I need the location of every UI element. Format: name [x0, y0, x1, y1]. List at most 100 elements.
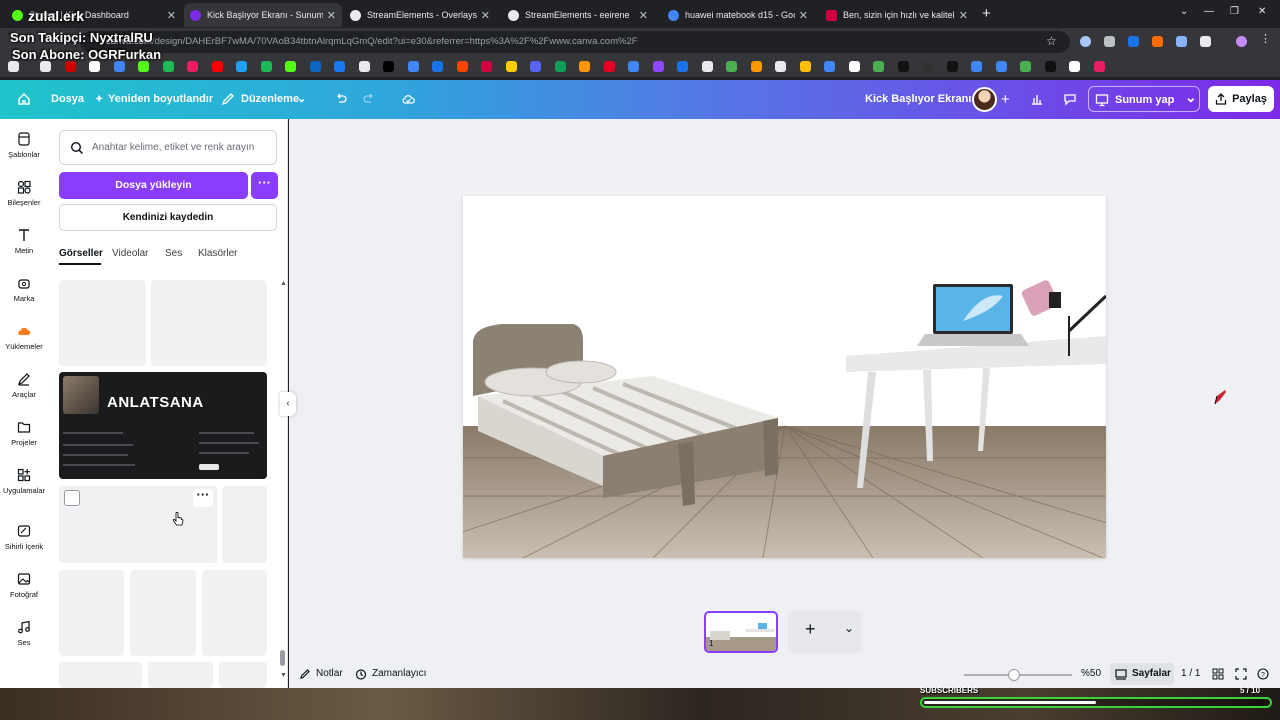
bookmark-icon[interactable]: [775, 61, 786, 72]
upload-thumbnail[interactable]: [59, 662, 142, 688]
extension-icon[interactable]: [1080, 36, 1091, 47]
bookmark-icon[interactable]: [309, 61, 321, 72]
close-icon[interactable]: ✕: [639, 9, 648, 22]
bookmark-icon[interactable]: [1020, 61, 1031, 72]
bookmark-icon[interactable]: [407, 61, 419, 72]
bookmark-icon[interactable]: [211, 61, 223, 72]
bookmark-icon[interactable]: [64, 61, 76, 72]
tab-streamelements-overlays[interactable]: StreamElements - Overlays ✕: [344, 3, 496, 27]
upload-thumbnail[interactable]: [130, 570, 196, 656]
upload-thumbnail[interactable]: [222, 486, 267, 563]
rail-item-text[interactable]: Metin: [0, 228, 48, 255]
bookmark-icon[interactable]: [89, 61, 100, 72]
bookmark-icon[interactable]: [897, 61, 909, 72]
extension-icon[interactable]: [1128, 36, 1139, 47]
timer-button[interactable]: Zamanlayıcı: [372, 668, 426, 679]
design-title[interactable]: Kick Başlıyor Ekranı: [865, 80, 971, 119]
bookmark-icon[interactable]: [554, 61, 566, 72]
more-options-button[interactable]: ···: [251, 172, 278, 199]
thumbnail-more-icon[interactable]: ···: [193, 488, 213, 507]
profile-icon[interactable]: [1236, 36, 1247, 47]
scroll-up-icon[interactable]: ▲: [280, 280, 287, 287]
bookmark-icon[interactable]: [432, 61, 443, 72]
add-page-button[interactable]: + ⌄: [788, 611, 862, 653]
bookmark-icon[interactable]: [848, 61, 860, 72]
bookmark-icon[interactable]: [873, 61, 884, 72]
select-checkbox[interactable]: [64, 490, 80, 506]
extension-icon[interactable]: [1176, 36, 1187, 47]
close-icon[interactable]: ✕: [481, 9, 490, 22]
minimize-icon[interactable]: —: [1204, 6, 1214, 17]
bookmark-icon[interactable]: [946, 61, 958, 72]
file-menu[interactable]: Dosya: [51, 80, 84, 119]
tab-audio[interactable]: Ses: [165, 248, 182, 259]
bookmark-icon[interactable]: [236, 61, 247, 72]
address-bar[interactable]: canva.com/design/DAHErBF7wMA/70VAoB34tbt…: [80, 31, 1070, 53]
chevron-down-icon[interactable]: ⌄: [1185, 89, 1197, 106]
avatar[interactable]: [972, 87, 997, 112]
bookmark-icon[interactable]: [799, 61, 811, 72]
bookmark-icon[interactable]: [187, 61, 198, 72]
bookmark-icon[interactable]: [922, 61, 933, 72]
bookmark-icon[interactable]: [726, 61, 737, 72]
upload-thumbnail[interactable]: [151, 280, 267, 366]
bookmark-icon[interactable]: [701, 61, 713, 72]
new-tab-icon[interactable]: +: [982, 5, 991, 22]
zoom-level[interactable]: %50: [1081, 668, 1101, 679]
apps-grid-icon[interactable]: [8, 61, 19, 72]
search-input[interactable]: Anahtar kelime, etiket ve renk arayın: [59, 130, 277, 165]
bookmark-star-icon[interactable]: ☆: [1046, 34, 1057, 48]
extensions-puzzle-icon[interactable]: [1200, 36, 1211, 47]
upload-thumbnail[interactable]: [219, 662, 267, 688]
extension-icon[interactable]: [1152, 36, 1163, 47]
notes-button[interactable]: Notlar: [316, 668, 343, 679]
add-collaborator-icon[interactable]: +: [1001, 80, 1010, 119]
bookmark-icon[interactable]: [1069, 61, 1080, 72]
upload-thumbnail-podcast[interactable]: ANLATSANA: [59, 372, 267, 479]
upload-thumbnail[interactable]: [59, 280, 146, 366]
upload-thumbnail[interactable]: [59, 570, 124, 656]
upload-thumbnail[interactable]: [202, 570, 267, 656]
bookmark-icon[interactable]: [677, 61, 688, 72]
rail-item-elements[interactable]: Bileşenler: [0, 180, 48, 207]
tab-google-search[interactable]: huawei matebook d15 - Google ✕: [662, 3, 814, 27]
comment-icon[interactable]: [1063, 92, 1077, 106]
cloud-saved-icon[interactable]: [401, 92, 415, 106]
page-thumbnail[interactable]: 1: [704, 611, 778, 653]
tab-streamelements-eeirene[interactable]: StreamElements - eeirene ✕: [502, 3, 654, 27]
bookmark-icon[interactable]: [971, 61, 982, 72]
edit-menu[interactable]: Düzenleme: [241, 80, 299, 119]
insights-chart-icon[interactable]: [1030, 92, 1044, 106]
present-button[interactable]: Sunum yap ⌄: [1088, 86, 1200, 112]
rail-item-apps[interactable]: Uygulamalar: [0, 468, 48, 495]
scroll-down-icon[interactable]: ▼: [280, 672, 287, 679]
tab-folders[interactable]: Klasörler: [198, 248, 237, 259]
rail-item-music[interactable]: Ses: [0, 620, 48, 647]
fullscreen-icon[interactable]: [1235, 668, 1247, 680]
undo-icon[interactable]: [334, 92, 348, 106]
redo-icon[interactable]: [362, 92, 376, 106]
upload-file-button[interactable]: Dosya yükleyin: [59, 172, 248, 199]
bookmark-icon[interactable]: [113, 61, 125, 72]
menu-kebab-icon[interactable]: ⋮: [1260, 32, 1271, 45]
tab-bionluk[interactable]: Ben, sizin için hızlı ve kaliteli se ✕: [820, 3, 974, 27]
bookmark-icon[interactable]: [1093, 61, 1105, 72]
bookmark-icon[interactable]: [579, 61, 590, 72]
zoom-slider[interactable]: [964, 669, 1072, 681]
extension-icon[interactable]: [1104, 36, 1115, 47]
rail-item-template[interactable]: Şablonlar: [0, 132, 48, 159]
bookmark-icon[interactable]: [750, 61, 762, 72]
share-button[interactable]: Paylaş: [1208, 86, 1274, 112]
close-icon[interactable]: ✕: [327, 9, 336, 22]
chevron-down-icon[interactable]: ⌄: [297, 80, 306, 119]
scrollbar-thumb[interactable]: [280, 650, 285, 666]
rail-item-folder[interactable]: Projeler: [0, 420, 48, 447]
bookmark-icon[interactable]: [824, 61, 835, 72]
rail-item-brand[interactable]: Marka: [0, 276, 48, 303]
panel-scrollbar[interactable]: ▲ ▼: [280, 280, 287, 680]
zoom-slider-thumb[interactable]: [1008, 669, 1020, 681]
bookmark-icon[interactable]: [260, 61, 272, 72]
rail-item-magic[interactable]: Sihirli İçerik: [0, 524, 48, 551]
bookmark-icon[interactable]: [358, 61, 370, 72]
pages-button[interactable]: Sayfalar: [1110, 663, 1174, 685]
